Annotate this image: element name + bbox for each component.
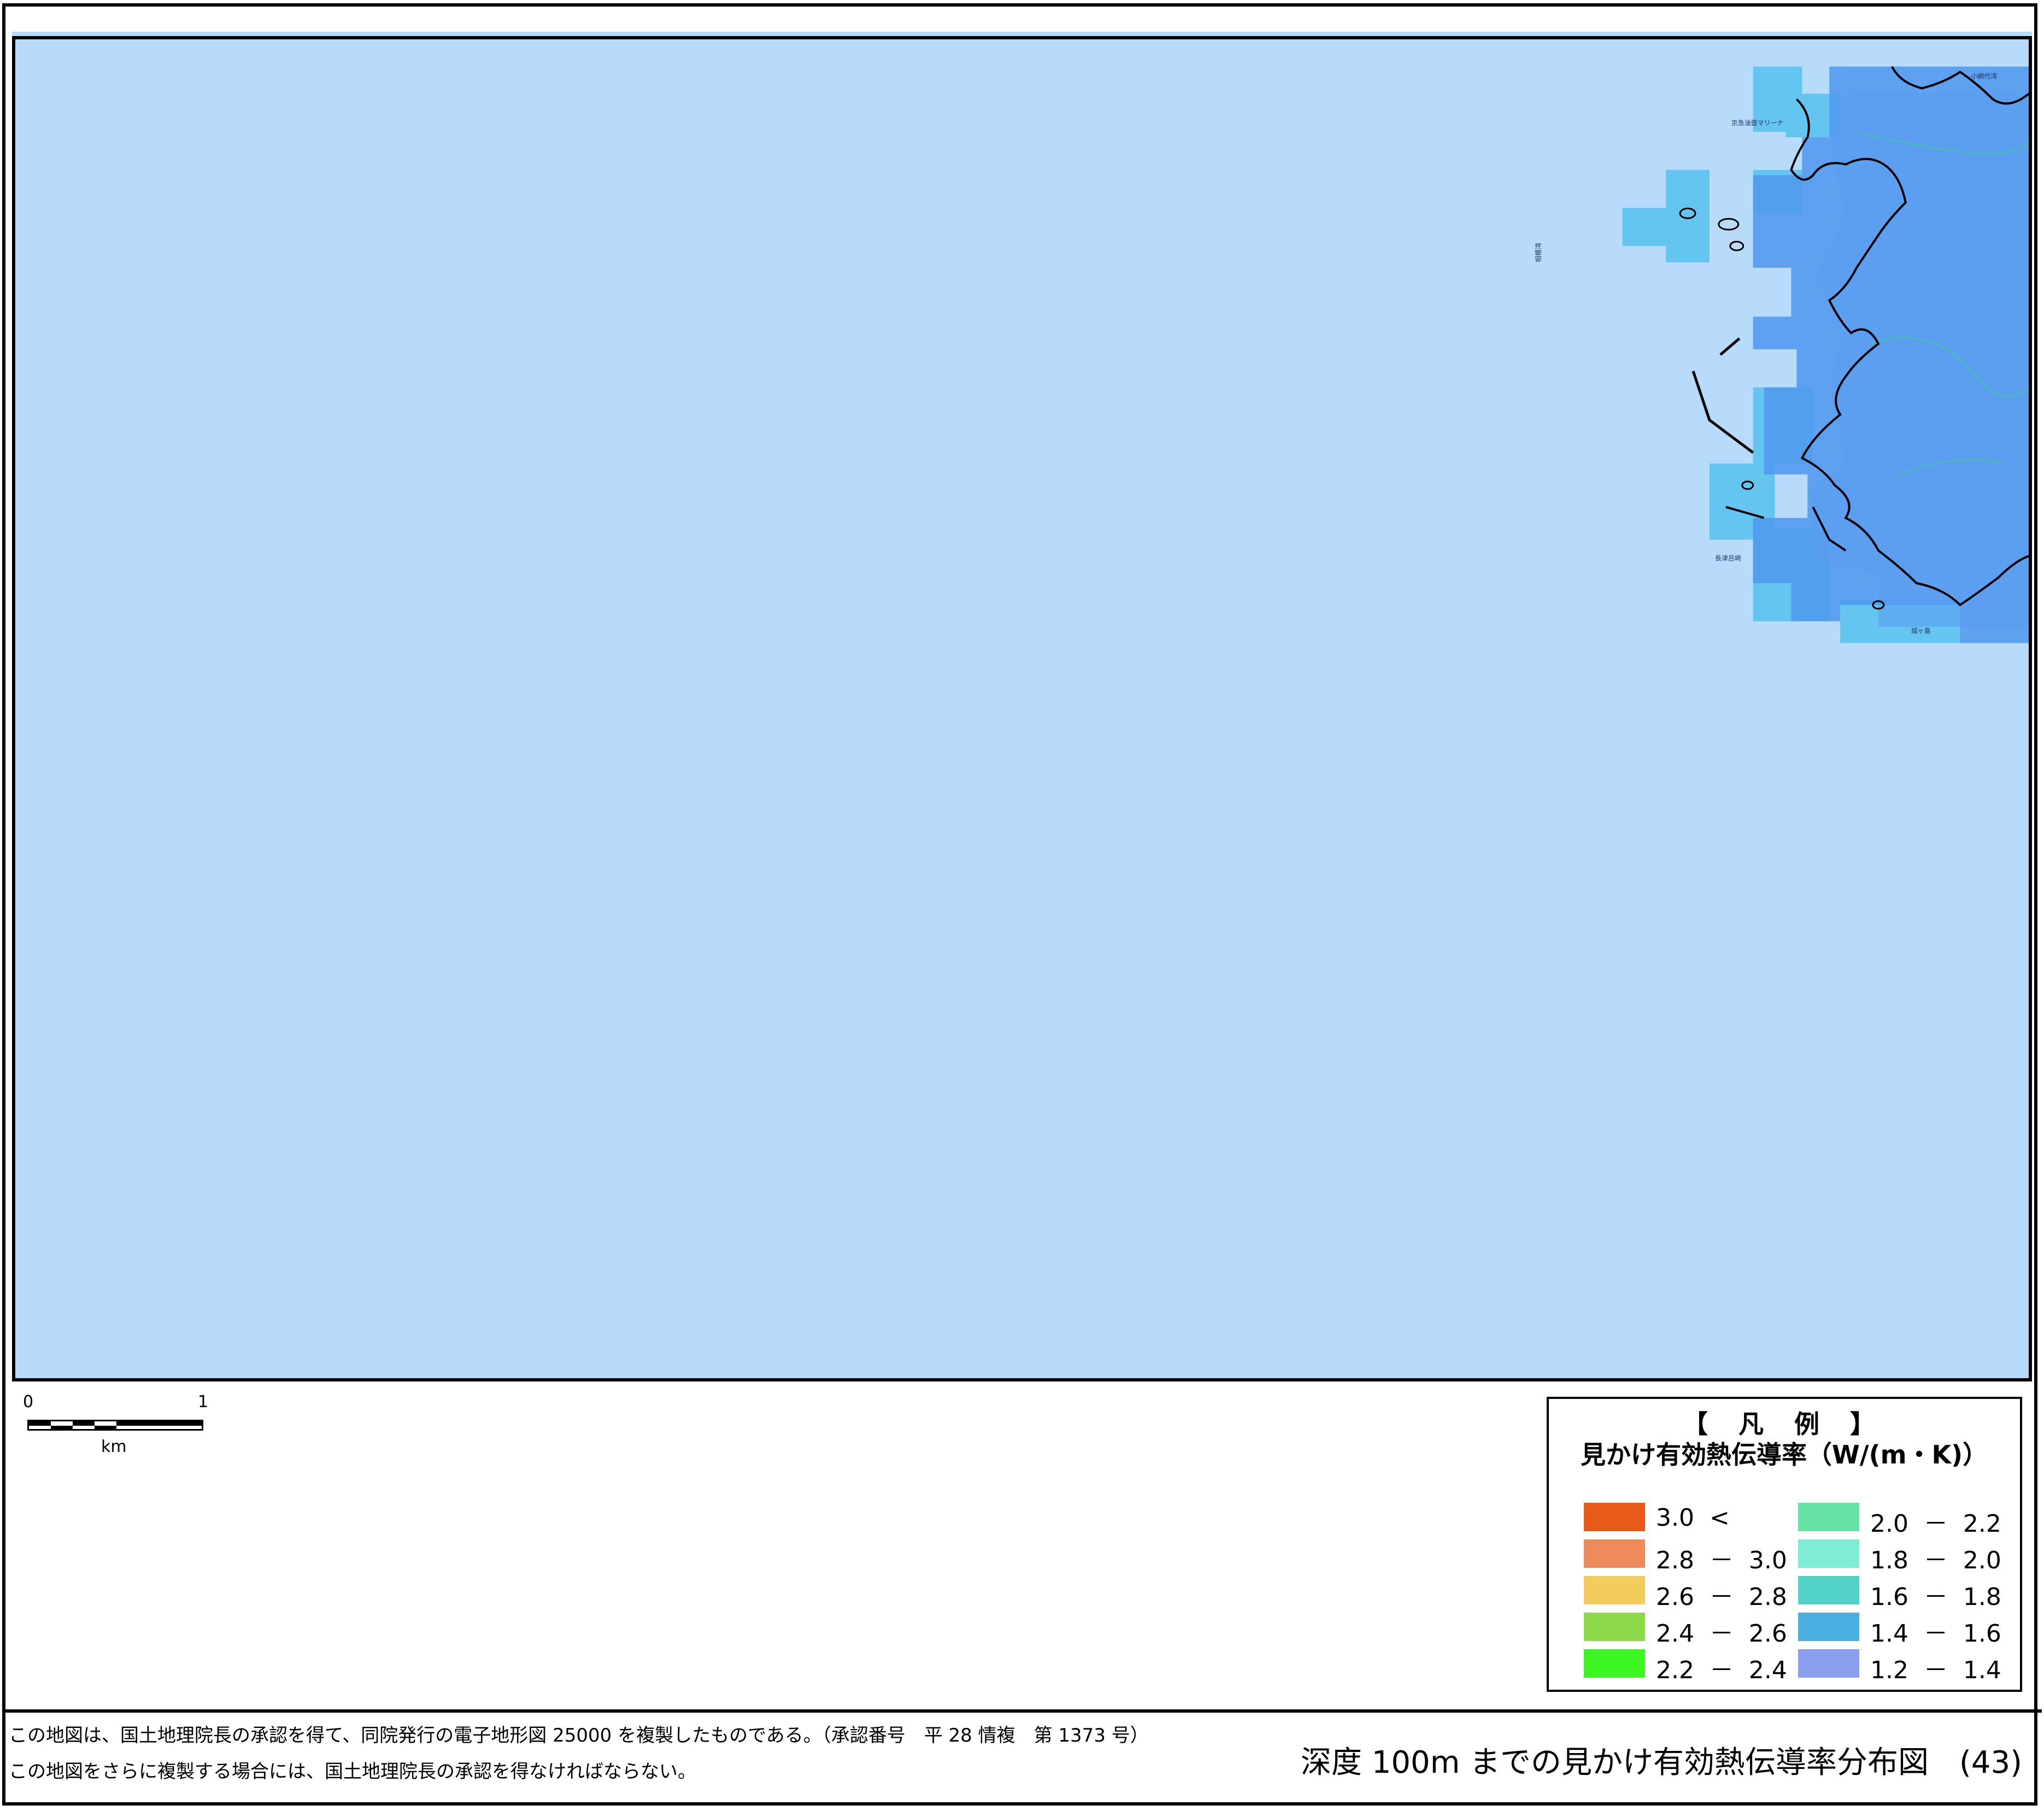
legend-swatch: [1798, 1503, 1859, 1531]
legend-swatch: [1584, 1649, 1645, 1678]
scale-segment: [51, 1426, 73, 1430]
scale-start-label: 0: [23, 1392, 34, 1412]
scale-end-label: 1: [198, 1392, 209, 1412]
scale-segment: [29, 1421, 51, 1426]
legend-label: 2.4 － 2.6: [1656, 1620, 1787, 1648]
legend-swatch: [1798, 1576, 1859, 1604]
scale-segment: [116, 1421, 202, 1426]
legend-swatch: [1798, 1539, 1859, 1568]
copyright-note-line1: この地図は、国土地理院長の承認を得て、同院発行の電子地形図 25000 を複製し…: [9, 1725, 1149, 1747]
place-label: 小網代湾: [1971, 72, 1997, 80]
place-label: 京急油壺マリーナ: [1731, 119, 1784, 127]
legend-swatch: [1798, 1649, 1859, 1678]
place-label: 城ヶ島: [1911, 627, 1931, 635]
legend-label: 1.6 － 1.8: [1870, 1583, 2001, 1611]
map-title: 深度 100m までの見かけ有効熱伝導率分布図 (43): [1301, 1745, 2022, 1780]
island: [1718, 217, 1740, 231]
legend-swatch: [1584, 1613, 1645, 1641]
legend-label: 2.6 － 2.8: [1656, 1583, 1787, 1611]
legend-label: 2.8 － 3.0: [1656, 1547, 1787, 1574]
legend-label: 1.8 － 2.0: [1870, 1547, 2001, 1574]
legend-swatch: [1584, 1576, 1645, 1604]
legend-swatch: [1584, 1503, 1645, 1531]
map-area[interactable]: 小網代湾 京急油壺マリーナ 相模湾 長津呂崎 城ヶ島: [12, 36, 2032, 1381]
footer-divider: [2, 1709, 2042, 1713]
island: [1729, 240, 1745, 251]
legend-label: 3.0 <: [1656, 1504, 1730, 1532]
scale-bar-graphic: [27, 1420, 203, 1431]
legend-label: 1.2 － 1.4: [1870, 1656, 2001, 1684]
legend-label: 2.2 － 2.4: [1656, 1656, 1787, 1684]
legend-swatch: [1798, 1613, 1859, 1641]
legend-label: 2.0 － 2.2: [1870, 1510, 2001, 1538]
scale-segment: [95, 1426, 116, 1430]
cell-light: [1622, 208, 1677, 246]
breakwater: [1719, 337, 1741, 356]
breakwater: [1691, 371, 1754, 454]
scale-unit-label: km: [101, 1437, 127, 1456]
copyright-note-line2: この地図をさらに複製する場合には、国土地理院長の承認を得なければならない。: [9, 1761, 696, 1783]
legend-subtitle: 見かけ有効熱伝導率（W/(m・K)）: [1581, 1440, 1988, 1469]
legend-swatch: [1584, 1539, 1645, 1568]
place-label: 長津呂崎: [1715, 554, 1741, 562]
scale-bar: 0 1 km: [22, 1392, 219, 1463]
scale-segment: [73, 1421, 95, 1426]
legend-label: 1.4 － 1.6: [1870, 1620, 2001, 1648]
map-canvas: 小網代湾 京急油壺マリーナ 相模湾 長津呂崎 城ヶ島: [1534, 66, 2029, 643]
legend: 【 凡 例 】 見かけ有効熱伝導率（W/(m・K)） 3.0 < 2.8 － 3…: [1547, 1397, 2022, 1692]
land-detail: [1813, 93, 2029, 627]
place-label: 相模湾: [1534, 243, 1542, 262]
